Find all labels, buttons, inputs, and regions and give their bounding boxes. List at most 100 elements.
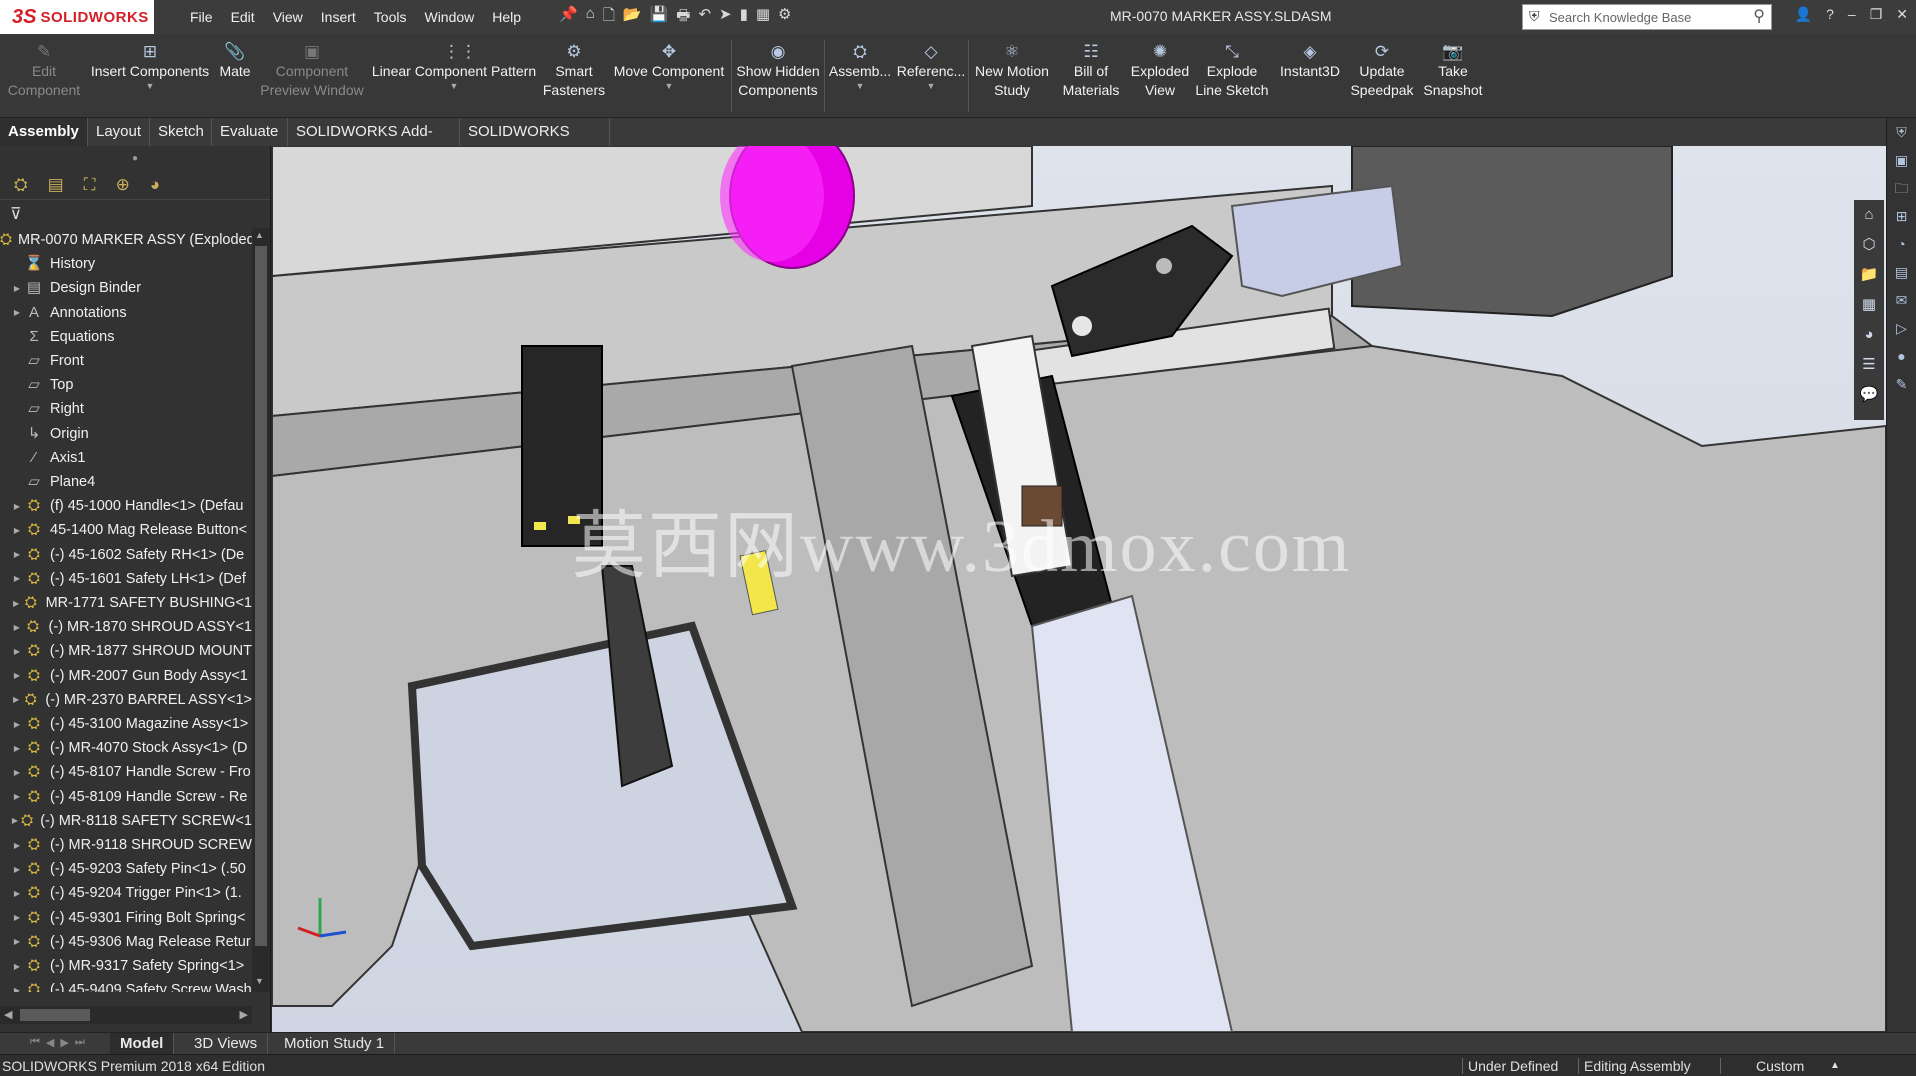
options-gear-icon[interactable]: ⚙ — [778, 5, 791, 30]
expand-arrow-icon[interactable]: ▶ — [10, 841, 24, 850]
pane-grip[interactable]: ● — [0, 146, 270, 170]
tab-model[interactable]: Model — [110, 1033, 175, 1055]
scroll-down-icon[interactable]: ▼ — [255, 976, 264, 986]
record-icon[interactable]: ● — [1887, 342, 1916, 370]
expand-arrow-icon[interactable]: ▶ — [10, 937, 24, 946]
dropdown-arrow-icon[interactable]: ▼ — [146, 81, 155, 91]
expand-arrow-icon[interactable]: ▶ — [10, 526, 24, 535]
expand-arrow-icon[interactable]: ▶ — [10, 695, 22, 704]
tree-item[interactable]: ▶ ⛭ (-) 45-8109 Handle Screw - Re — [0, 785, 252, 809]
mate-button[interactable]: 📎 Mate — [212, 34, 258, 118]
menu-view[interactable]: View — [265, 9, 311, 25]
tree-item[interactable]: ▶ ⛭ (-) 45-9301 Firing Bolt Spring< — [0, 906, 252, 930]
tree-item[interactable]: ▶ ⛭ (-) 45-9203 Safety Pin<1> (.50 — [0, 857, 252, 881]
tree-item[interactable]: ▶ ⛭ (-) MR-9118 SHROUD SCREW — [0, 833, 252, 857]
graphics-area[interactable]: 莫西网www.3dmox.com — [272, 146, 1886, 1032]
tab-evaluate[interactable]: Evaluate — [212, 118, 288, 146]
undo-icon[interactable]: ↶ — [698, 5, 711, 30]
tab-solidworks-add-ins[interactable]: SOLIDWORKS Add-Ins — [288, 118, 460, 168]
property-manager-icon[interactable]: ▤ — [48, 175, 64, 195]
tree-item[interactable]: ▶ ⛭ (-) MR-2370 BARREL ASSY<1> — [0, 688, 252, 712]
tree-item[interactable]: ⌛ History — [0, 252, 252, 276]
help-icon[interactable]: ? — [1826, 6, 1834, 23]
tree-item[interactable]: ▱ Right — [0, 397, 252, 421]
configuration-manager-icon[interactable]: ⛶ — [84, 175, 96, 195]
linear-component-pattern-button[interactable]: ⋮⋮ Linear Component Pattern ▼ — [368, 34, 540, 118]
tree-item[interactable]: ▶ ⛭ (f) 45-1000 Handle<1> (Defau — [0, 494, 252, 518]
bill-of-materials-button[interactable]: ☷ Bill of Materials — [1056, 34, 1126, 118]
close-icon[interactable]: ✕ — [1896, 6, 1908, 23]
dropdown-arrow-icon[interactable]: ▼ — [927, 81, 936, 91]
forum-icon[interactable]: ✉ — [1887, 286, 1916, 314]
print-icon[interactable]: 🖶 — [676, 5, 690, 30]
scroll-left-icon[interactable]: ◀ — [4, 1008, 12, 1021]
search-icon[interactable]: ⚲ — [1753, 6, 1765, 26]
custom-properties-icon[interactable]: ☰ — [1854, 350, 1884, 380]
reference-geometry-button[interactable]: ◇ Referenc... ▼ — [896, 34, 966, 118]
tab-3d-views[interactable]: 3D Views — [184, 1033, 269, 1055]
expand-arrow-icon[interactable]: ▶ — [10, 550, 24, 559]
menu-insert[interactable]: Insert — [313, 9, 364, 25]
tab-solidworks-mbd[interactable]: SOLIDWORKS MBD — [460, 118, 610, 168]
next-tab-icon[interactable]: ▶ — [60, 1036, 68, 1049]
yellow-marker-part[interactable] — [534, 522, 546, 530]
instant3d-button[interactable]: ◈ Instant3D — [1274, 34, 1346, 118]
expand-arrow-icon[interactable]: ▶ — [10, 720, 24, 729]
expand-arrow-icon[interactable]: ▶ — [10, 284, 24, 293]
tree-item[interactable]: ▶ ⛭ 45-1400 Mag Release Button< — [0, 518, 252, 542]
appearances-icon[interactable]: ◕ — [1854, 320, 1884, 350]
tree-vertical-scrollbar[interactable]: ▲ ▼ — [252, 228, 270, 992]
filter-icon[interactable]: ⊽ — [10, 204, 22, 224]
menu-file[interactable]: File — [182, 9, 221, 25]
notes-icon[interactable]: ✎ — [1887, 370, 1916, 398]
expand-arrow-icon[interactable]: ▶ — [10, 647, 24, 656]
feature-manager-tree-icon[interactable]: ⛭ — [14, 175, 28, 195]
pin-icon[interactable]: 📌 — [559, 5, 578, 30]
prev-tab-icon[interactable]: ◀ — [46, 1036, 54, 1049]
dropdown-arrow-icon[interactable]: ▼ — [450, 81, 459, 91]
scroll-right-icon[interactable]: ▶ — [240, 1008, 248, 1021]
explode-line-sketch-button[interactable]: ⤡ Explode Line Sketch — [1192, 34, 1272, 118]
back-block-part[interactable] — [1351, 146, 1673, 318]
custom-properties-icon[interactable]: ▤ — [1887, 258, 1916, 286]
new-motion-study-button[interactable]: ⚛ New Motion Study — [970, 34, 1054, 118]
tree-item[interactable]: ▶ ⛭ (-) 45-1601 Safety LH<1> (Def — [0, 567, 252, 591]
file-explorer-icon[interactable]: 🗀 — [1887, 174, 1916, 202]
tree-item[interactable]: ▶ ⛭ (-) 45-9306 Mag Release Retur — [0, 930, 252, 954]
view-palette-icon[interactable]: ⊞ — [1887, 202, 1916, 230]
dropdown-arrow-icon[interactable]: ▼ — [856, 81, 865, 91]
minimize-icon[interactable]: – — [1848, 6, 1856, 23]
menu-help[interactable]: Help — [484, 9, 529, 25]
tree-item[interactable]: ▶ A Annotations — [0, 301, 252, 325]
home-view-icon[interactable]: ⌂ — [1854, 200, 1884, 230]
tree-item[interactable]: ▶ ▤ Design Binder — [0, 276, 252, 300]
tab-assembly[interactable]: Assembly — [0, 118, 88, 146]
display-manager-icon[interactable]: ◕ — [150, 175, 160, 195]
tree-item[interactable]: ▱ Front — [0, 349, 252, 373]
tree-item[interactable]: ▶ ⛭ (-) 45-3100 Magazine Assy<1> — [0, 712, 252, 736]
expand-arrow-icon[interactable]: ▶ — [10, 865, 24, 874]
expand-arrow-icon[interactable]: ▶ — [10, 768, 24, 777]
tree-item[interactable]: ▶ ⛭ (-) MR-8118 SAFETY SCREW<1 — [0, 809, 252, 833]
tree-item[interactable]: ▱ Top — [0, 373, 252, 397]
tree-horizontal-scrollbar[interactable]: ◀ ▶ — [0, 1006, 252, 1024]
tree-item[interactable]: ▶ ⛭ (-) MR-9317 Safety Spring<1> — [0, 954, 252, 978]
tree-item[interactable]: ▶ ⛭ MR-1771 SAFETY BUSHING<1 — [0, 591, 252, 615]
user-icon[interactable]: 👤 — [1795, 6, 1812, 23]
tree-item[interactable]: ▱ Plane4 — [0, 470, 252, 494]
tree-item[interactable]: ▶ ⛭ (-) 45-8107 Handle Screw - Fro — [0, 760, 252, 784]
expand-arrow-icon[interactable]: ▶ — [10, 502, 24, 511]
menu-window[interactable]: Window — [416, 9, 482, 25]
tab-layout[interactable]: Layout — [88, 118, 150, 146]
scroll-up-icon[interactable]: ▲ — [255, 230, 264, 240]
tree-item[interactable]: ▶ ⛭ (-) 45-9409 Safety Screw Wash — [0, 978, 252, 992]
expand-pane-icon[interactable]: ▷ — [1887, 314, 1916, 342]
take-snapshot-button[interactable]: 📷 Take Snapshot — [1418, 34, 1488, 118]
file-properties-icon[interactable]: ▦ — [756, 5, 770, 30]
appearances-scenes-icon[interactable]: ◔ — [1887, 230, 1916, 258]
tree-item[interactable]: ↳ Origin — [0, 422, 252, 446]
expand-arrow-icon[interactable]: ▶ — [10, 744, 24, 753]
dropdown-arrow-icon[interactable]: ▼ — [665, 81, 674, 91]
design-library-icon[interactable]: ▣ — [1887, 146, 1916, 174]
tree-item[interactable]: ▶ ⛭ (-) MR-1870 SHROUD ASSY<1 — [0, 615, 252, 639]
